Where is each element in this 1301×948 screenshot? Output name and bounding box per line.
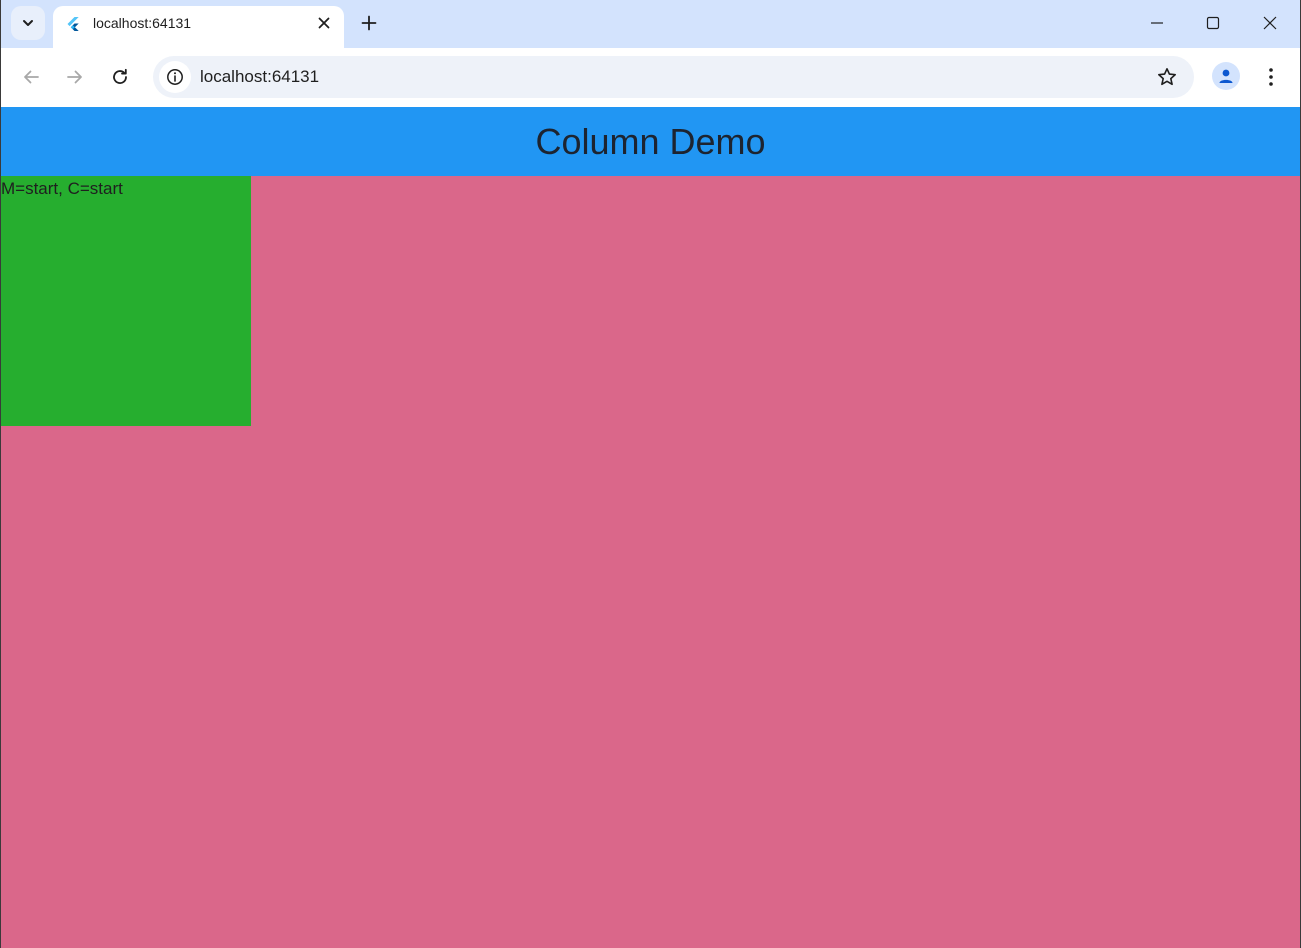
arrow-right-icon — [67, 70, 82, 84]
site-info-button[interactable] — [159, 61, 191, 93]
close-icon — [318, 17, 330, 29]
minimize-icon — [1151, 22, 1163, 24]
tab-close-button[interactable] — [314, 13, 334, 33]
maximize-button[interactable] — [1190, 0, 1236, 46]
flutter-icon — [67, 17, 79, 31]
bookmark-button[interactable] — [1154, 64, 1180, 90]
forward-button[interactable] — [59, 61, 91, 93]
browser-tab[interactable]: localhost:64131 — [53, 6, 344, 48]
column-child-box: M=start, C=start — [1, 176, 251, 426]
plus-icon — [361, 15, 377, 31]
app-bar-title: Column Demo — [535, 120, 766, 162]
page-content: Column Demo M=start, C=start — [1, 106, 1300, 948]
minimize-button[interactable] — [1134, 0, 1180, 46]
address-bar[interactable]: localhost:64131 — [153, 56, 1194, 98]
chevron-down-icon — [23, 20, 33, 26]
maximize-icon — [1206, 16, 1220, 30]
info-icon — [167, 69, 183, 85]
browser-window: localhost:64131 localhost:64131 Column D… — [0, 0, 1301, 948]
arrow-left-icon — [24, 70, 39, 84]
back-button[interactable] — [15, 61, 47, 93]
profile-button[interactable] — [1212, 62, 1240, 90]
close-window-button[interactable] — [1247, 0, 1293, 46]
person-icon — [1219, 69, 1233, 83]
new-tab-button[interactable] — [355, 9, 383, 37]
box-label: M=start, C=start — [1, 179, 123, 198]
close-icon — [1263, 16, 1277, 30]
star-icon — [1158, 68, 1176, 86]
reload-icon — [113, 68, 127, 84]
tab-strip: localhost:64131 — [1, 0, 1300, 48]
browser-toolbar: localhost:64131 — [1, 48, 1300, 106]
tab-title: localhost:64131 — [93, 15, 192, 31]
reload-button[interactable] — [104, 61, 136, 93]
more-vert-icon — [1269, 68, 1273, 86]
url-text[interactable]: localhost:64131 — [200, 67, 319, 87]
app-bar: Column Demo — [1, 107, 1300, 176]
tab-search-button[interactable] — [11, 6, 45, 40]
browser-menu-button[interactable] — [1257, 61, 1285, 93]
